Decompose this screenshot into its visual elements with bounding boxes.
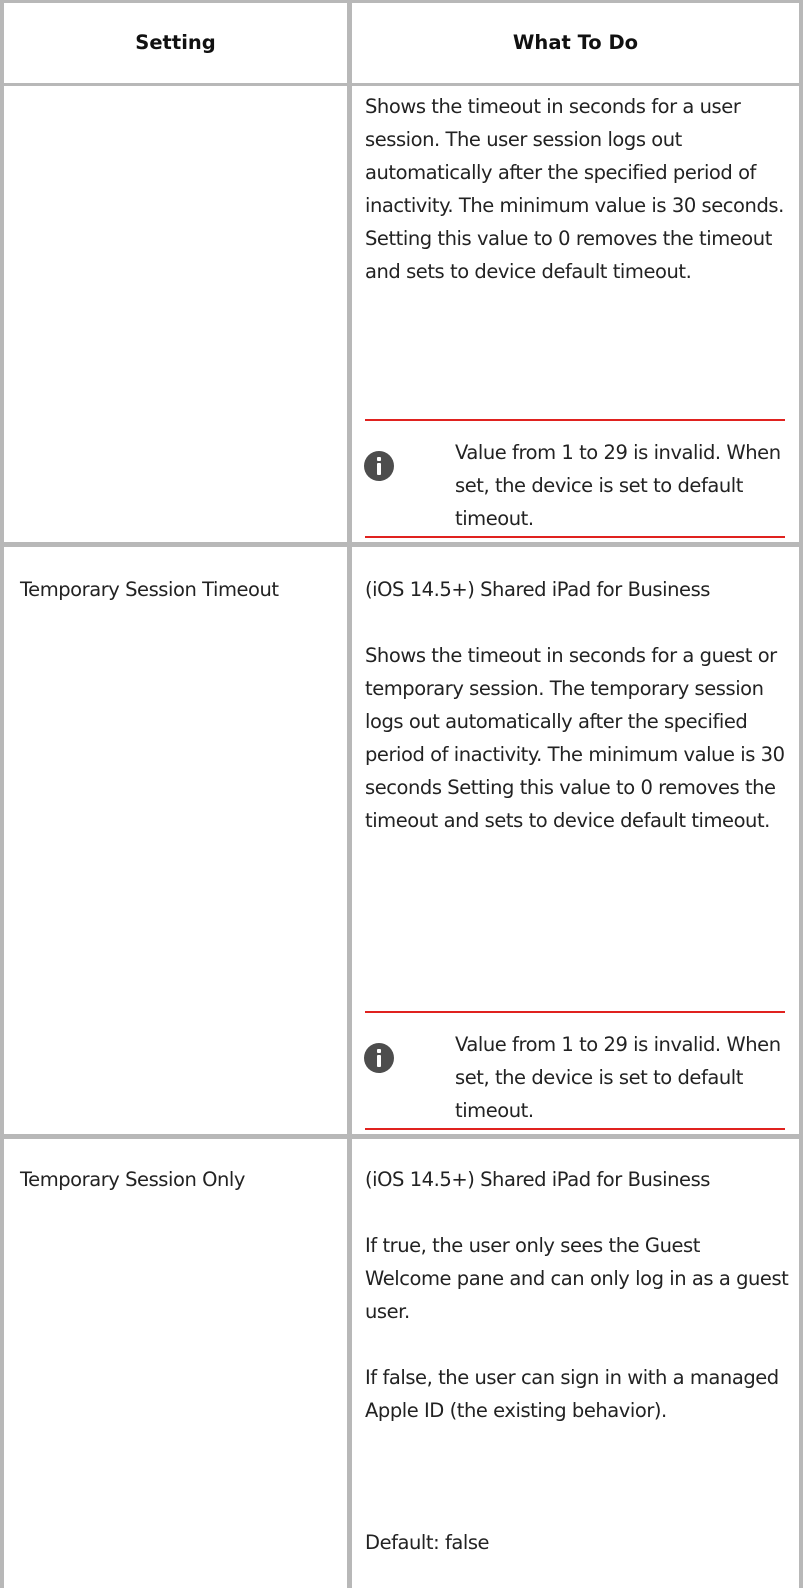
row-2-platform: (iOS 14.5+) Shared iPad for Business <box>365 578 710 601</box>
header-setting: Setting <box>135 31 216 54</box>
info-icon <box>364 1043 394 1073</box>
row-2-setting: Temporary Session Timeout <box>20 578 279 601</box>
note-rule-bottom <box>365 536 785 538</box>
info-icon <box>364 451 394 481</box>
row-1-description: Shows the timeout in seconds for a user … <box>365 95 784 283</box>
table-border-left <box>0 0 4 1588</box>
column-divider <box>347 0 352 1588</box>
row-1-note: Value from 1 to 29 is invalid. When set,… <box>455 441 781 530</box>
table-border-right <box>799 0 803 1588</box>
settings-table: Setting What To Do Shows the timeout in … <box>0 0 803 1588</box>
row-3-setting: Temporary Session Only <box>20 1168 245 1191</box>
row-3-if-true: If true, the user only sees the Guest We… <box>365 1234 789 1323</box>
row-2-note: Value from 1 to 29 is invalid. When set,… <box>455 1033 781 1122</box>
row-3-default: Default: false <box>365 1531 490 1554</box>
note-rule-top <box>365 419 785 421</box>
note-rule-top <box>365 1011 785 1013</box>
note-rule-bottom <box>365 1128 785 1130</box>
row-3-platform: (iOS 14.5+) Shared iPad for Business <box>365 1168 710 1191</box>
header-what-to-do: What To Do <box>512 31 639 54</box>
row-divider <box>0 542 803 547</box>
row-2-description: Shows the timeout in seconds for a guest… <box>365 644 785 832</box>
row-3-if-false: If false, the user can sign in with a ma… <box>365 1366 779 1422</box>
row-divider <box>0 1134 803 1139</box>
